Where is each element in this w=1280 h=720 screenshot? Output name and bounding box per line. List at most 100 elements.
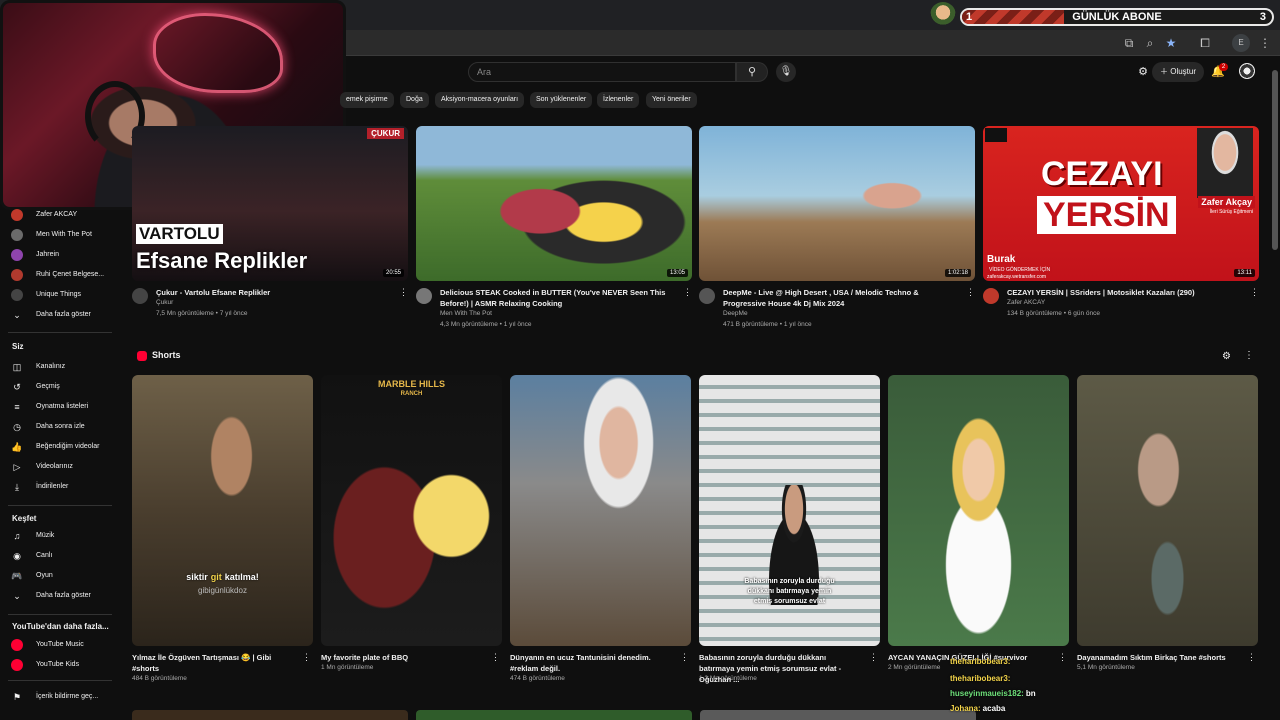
short-thumbnail[interactable] — [510, 375, 691, 646]
bookmark-star-icon[interactable]: ★ — [1162, 34, 1180, 52]
short-title[interactable]: Dünyanın en ucuz Tantunisini denedim. #r… — [510, 652, 670, 674]
next-row-thumbnail[interactable] — [700, 710, 976, 720]
chip-5[interactable]: Yeni öneriler — [646, 92, 697, 108]
channel-name[interactable]: Men With The Pot — [440, 310, 492, 317]
sidebar-subscription[interactable]: Unique Things — [0, 286, 118, 304]
notification-count: 2 — [1219, 63, 1228, 71]
menu-icon[interactable]: ⋮ — [1256, 34, 1274, 52]
video-meta: 471 B görüntüleme • 1 yıl önce — [723, 321, 812, 328]
sidebar-subscription[interactable]: Ruhi Çenet Belgese... — [0, 266, 118, 284]
short-menu-icon[interactable]: ⋮ — [1058, 652, 1067, 663]
shorts-menu-icon[interactable]: ⋮ — [1244, 350, 1254, 361]
channel-avatar — [11, 229, 23, 241]
sidebar-item[interactable]: ↺ Geçmiş — [0, 378, 118, 396]
channel-name[interactable]: DeepMe — [723, 310, 748, 317]
search-button[interactable]: ⚲ — [736, 62, 768, 82]
chip-3[interactable]: Son yüklenenler — [530, 92, 593, 108]
short-menu-icon[interactable]: ⋮ — [1247, 652, 1256, 663]
short-menu-icon[interactable]: ⋮ — [491, 652, 500, 663]
sidebar-item[interactable]: ⤓ İndirilenler — [0, 478, 118, 496]
short-menu-icon[interactable]: ⋮ — [302, 652, 311, 663]
sidebar-item[interactable]: ◷ Daha sonra izle — [0, 418, 118, 436]
chip-0[interactable]: emek pişirme — [340, 92, 394, 108]
watch-later-icon: ◷ — [13, 422, 21, 432]
short-menu-icon[interactable]: ⋮ — [869, 652, 878, 663]
video-thumbnail[interactable]: 1:02:18 — [699, 126, 975, 281]
short-thumbnail[interactable]: MARBLE HILLS RANCH — [321, 375, 502, 646]
next-row-thumbnail[interactable] — [416, 710, 692, 720]
search-input[interactable]: Ara — [468, 62, 736, 82]
video-menu-icon[interactable]: ⋮ — [1250, 287, 1259, 298]
chat-message: theharibobear3: — [950, 674, 1012, 683]
short-title[interactable]: Yılmaz İle Özgüven Tartışması 😂 | Gibi #… — [132, 652, 292, 674]
short-thumbnail[interactable]: Babasının zoruyla durduğu dükkanı batırma… — [699, 375, 880, 646]
sidebar-explore-header: Keşfet — [12, 514, 37, 523]
video-title-line: DeepMe - Live @ High Desert , USA / Melo… — [723, 288, 919, 297]
short-menu-icon[interactable]: ⋮ — [680, 652, 689, 663]
channel-avatar[interactable] — [132, 288, 148, 304]
sidebar-report[interactable]: ⚑ İçerik bildirme geç... — [0, 688, 118, 706]
video-menu-icon[interactable]: ⋮ — [683, 287, 692, 298]
sidebar-subscription[interactable]: Zafer AKCAY — [0, 206, 118, 224]
video-menu-icon[interactable]: ⋮ — [966, 287, 975, 298]
sidebar-subscription[interactable]: Men With The Pot — [0, 226, 118, 244]
video-title[interactable]: CEZAYI YERSİN | SSriders | Motosiklet Ka… — [1007, 287, 1257, 298]
chip-4[interactable]: İzlenenler — [597, 92, 640, 108]
channel-name[interactable]: Çukur — [156, 299, 173, 306]
video-thumbnail[interactable]: 13:05 — [416, 126, 692, 281]
profile-icon[interactable]: E — [1232, 34, 1250, 52]
sidebar-subscription[interactable]: Jahrein — [0, 246, 118, 264]
short-thumbnail[interactable]: siktir git katılma! gibigünlükdoz — [132, 375, 313, 646]
channel-name[interactable]: Zafer AKCAY — [1007, 299, 1045, 306]
create-label: Oluştur — [1170, 67, 1197, 76]
extensions-icon[interactable]: ⧠ — [1196, 34, 1214, 52]
sidebar-item[interactable]: 🎮 Oyun — [0, 567, 118, 585]
sidebar-show-more[interactable]: ⌄ Daha fazla göster — [0, 306, 118, 324]
short-title[interactable]: Dayanamadım Sıktım Birkaç Tane #shorts — [1077, 652, 1237, 663]
video-title[interactable]: Çukur - Vartolu Efsane Replikler — [156, 287, 406, 298]
sidebar-item[interactable]: YouTube Music — [0, 636, 118, 654]
thumbnail-overlay-subtitle: Efsane Replikler — [136, 248, 308, 273]
sidebar-item-label: İndirilenler — [36, 483, 69, 490]
video-title[interactable]: DeepMe - Live @ High Desert , USA / Melo… — [723, 287, 973, 309]
channel-icon: ◫ — [12, 362, 22, 372]
sidebar-item-label: Unique Things — [36, 291, 82, 298]
cast-icon[interactable]: ⧉ — [1120, 34, 1138, 52]
account-avatar[interactable] — [1239, 63, 1255, 79]
video-thumbnail[interactable]: CEZAYI YERSİN Zafer Akçay İleri Sürüş Eğitm… — [983, 126, 1259, 281]
sidebar-item[interactable]: ◉ Canlı — [0, 547, 118, 565]
scrollbar[interactable] — [1272, 70, 1278, 250]
sidebar-divider — [8, 680, 112, 681]
short-title[interactable]: My favorite plate of BBQ — [321, 652, 481, 663]
person-figure — [759, 485, 829, 605]
zoom-icon[interactable]: ⌕ — [1141, 34, 1159, 52]
create-button[interactable]: ＋ Oluştur — [1152, 62, 1204, 82]
sidebar-item[interactable]: ◫ Kanalınız — [0, 358, 118, 376]
chat-message: huseyinmaueis182: bn — [950, 689, 1036, 698]
short-thumbnail[interactable] — [888, 375, 1069, 646]
sidebar-item[interactable]: ♫ Müzik — [0, 527, 118, 545]
sidebar-you-header[interactable]: Siz — [12, 342, 24, 351]
sidebar-item[interactable]: YouTube Kids — [0, 656, 118, 674]
video-menu-icon[interactable]: ⋮ — [399, 287, 408, 298]
channel-avatar[interactable] — [416, 288, 432, 304]
chip-2[interactable]: Aksiyon-macera oyunları — [435, 92, 525, 108]
next-row-thumbnail[interactable] — [132, 710, 408, 720]
channel-avatar[interactable] — [983, 288, 999, 304]
channel-avatar[interactable] — [699, 288, 715, 304]
sidebar-item[interactable]: ▷ Videolarınız — [0, 458, 118, 476]
caption-text: katılma! — [224, 572, 259, 582]
channel-avatar — [11, 249, 23, 261]
presenter-subtitle: İleri Sürüş Eğitmeni — [1209, 209, 1253, 215]
video-title[interactable]: Delicious STEAK Cooked in BUTTER (You've… — [440, 287, 690, 309]
sidebar-item[interactable]: 👍 Beğendiğim videolar — [0, 438, 118, 456]
thumbnail-overlay-subtitle: YERSİN — [1037, 196, 1176, 234]
short-thumbnail[interactable] — [1077, 375, 1258, 646]
settings-icon[interactable]: ⚙ — [1135, 64, 1151, 80]
shorts-settings-icon[interactable]: ⚙ — [1222, 351, 1231, 362]
sidebar-item[interactable]: ≡ Oynatma listeleri — [0, 398, 118, 416]
voice-search-button[interactable]: 🎙 — [776, 62, 796, 82]
sidebar-show-more[interactable]: ⌄ Daha fazla göster — [0, 587, 118, 605]
chip-1[interactable]: Doğa — [400, 92, 429, 108]
video-thumbnail[interactable]: ÇUKUR VARTOLU Efsane Replikler 20:55 — [132, 126, 408, 281]
